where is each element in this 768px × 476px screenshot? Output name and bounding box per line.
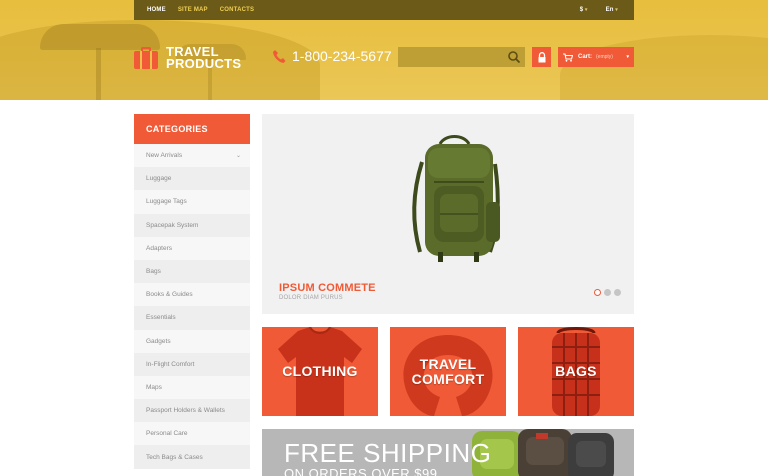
cart-label: Cart: [578,54,593,60]
category-spacepak-system[interactable]: Spacepak System [134,213,250,237]
category-maps[interactable]: Maps [134,375,250,400]
category-essentials[interactable]: Essentials [134,306,250,330]
category-personal-care[interactable]: Personal Care [134,422,250,446]
category-in-flight-comfort[interactable]: In-Flight Comfort [134,352,250,376]
search-box [398,47,525,69]
cart-icon [563,52,573,62]
category-new-arrivals[interactable]: New Arrivals ⌄ [134,144,250,168]
slider-dot-1[interactable] [594,289,601,296]
lock-icon [538,51,545,62]
category-tech-bags[interactable]: Tech Bags & Cases [134,445,250,469]
search-icon[interactable] [507,50,521,64]
banner-clothing[interactable]: CLOTHING [262,327,378,416]
category-luggage-tags[interactable]: Luggage Tags [134,190,250,214]
cart-button[interactable]: Cart: (empty) ▾ [558,47,634,67]
chevron-down-icon: ▾ [626,54,629,60]
nav-contacts[interactable]: CONTACTS [220,7,255,13]
suitcase-icon [134,47,158,69]
banner-travel-comfort[interactable]: TRAVEL COMFORT [390,327,506,416]
top-navigation-bar: HOME SITE MAP CONTACTS $ En [134,0,634,20]
banner-clothing-label: CLOTHING [282,363,358,379]
currency-selector[interactable]: $ [580,7,588,13]
phone-number: 1-800-234-5677 [272,48,392,64]
category-books-guides[interactable]: Books & Guides [134,283,250,307]
site-logo[interactable]: TRAVEL PRODUCTS [134,45,242,71]
backpack-image [412,135,500,262]
account-button[interactable] [532,47,551,67]
category-luggage[interactable]: Luggage [134,167,250,191]
categories-list: New Arrivals ⌄ Luggage Luggage Tags Spac… [134,144,250,469]
search-input[interactable] [398,48,502,69]
cart-value: (empty) [596,54,613,60]
category-adapters[interactable]: Adapters [134,236,250,260]
language-selector[interactable]: En [606,7,618,13]
categories-sidebar: CATEGORIES New Arrivals ⌄ Luggage Luggag… [134,114,250,469]
chevron-down-icon[interactable]: ⌄ [236,152,241,159]
phone-text: 1-800-234-5677 [292,48,392,64]
free-shipping-title: FREE SHIPPING [284,438,492,468]
banner-travel-comfort-label: TRAVEL COMFORT [411,355,485,387]
banner-bags[interactable]: BAGS [518,327,634,416]
nav-home[interactable]: HOME [147,7,166,13]
free-shipping-banner[interactable]: FREE SHIPPING ON ORDERS OVER $99 [262,429,634,476]
category-passport-holders[interactable]: Passport Holders & Wallets [134,399,250,423]
slide-title: IPSUM COMMETE [279,282,376,294]
category-bags[interactable]: Bags [134,259,250,284]
logo-line-2: PRODUCTS [166,56,242,71]
categories-title: CATEGORIES [134,114,250,144]
nav-site-map[interactable]: SITE MAP [178,7,208,13]
slider-dot-2[interactable] [604,289,611,296]
category-gadgets[interactable]: Gadgets [134,329,250,353]
hero-slider[interactable]: IPSUM COMMETE DOLOR DIAM PURUS [262,114,634,314]
banner-bags-label: BAGS [555,363,597,379]
free-shipping-subtitle: ON ORDERS OVER $99 [284,466,438,476]
phone-icon [273,49,286,63]
slider-pagination [594,289,621,296]
slider-dot-3[interactable] [614,289,621,296]
slide-subtitle: DOLOR DIAM PURUS [279,295,343,301]
